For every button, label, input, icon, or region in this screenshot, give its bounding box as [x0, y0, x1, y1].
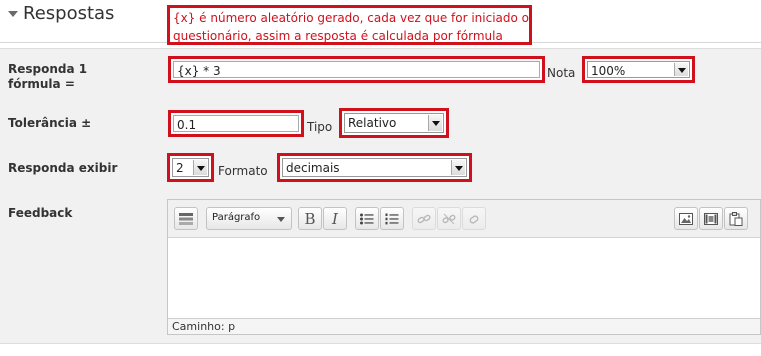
chevron-down-icon[interactable]	[193, 160, 207, 175]
paragraph-format-value: Parágrafo	[212, 212, 261, 223]
answer-display-value: 2	[176, 161, 184, 175]
paragraph-format-select[interactable]: Parágrafo	[206, 207, 292, 230]
unlink-icon[interactable]	[437, 207, 461, 230]
italic-icon[interactable]: I	[323, 207, 347, 230]
image-icon[interactable]	[674, 207, 698, 230]
toolbar-toggle-icon[interactable]	[174, 207, 198, 230]
format-select-value: decimais	[286, 161, 340, 175]
chevron-down-icon[interactable]	[428, 115, 442, 131]
grade-highlight: 100%	[582, 56, 695, 83]
tolerance-type-highlight: Relativo	[339, 108, 449, 138]
feedback-label: Feedback	[8, 206, 73, 220]
answer-formula-label-line1: Responda 1	[8, 62, 88, 76]
grade-select[interactable]: 100%	[587, 61, 690, 78]
editor-path-bar: Caminho: p	[168, 318, 760, 334]
format-select[interactable]: decimais	[282, 158, 467, 177]
grade-select-value: 100%	[591, 64, 626, 78]
tolerance-type-select[interactable]: Relativo	[344, 113, 444, 133]
anchor-icon[interactable]	[462, 207, 486, 230]
ordered-list-icon[interactable]	[380, 207, 404, 230]
chevron-down-icon[interactable]	[674, 63, 688, 76]
italic-glyph: I	[332, 209, 338, 228]
tolerance-type-label: Tipo	[307, 120, 333, 134]
link-icon[interactable]	[412, 207, 436, 230]
paste-icon[interactable]	[724, 207, 748, 230]
answer-formula-input[interactable]: {x} * 3	[173, 61, 540, 78]
media-icon[interactable]	[699, 207, 723, 230]
format-label: Formato	[218, 164, 268, 178]
answer-formula-highlight: {x} * 3	[168, 56, 545, 83]
chevron-down-icon	[277, 217, 285, 222]
annotation-line-1: {x} é número aleatório gerado, cada vez …	[173, 11, 530, 25]
feedback-text-area[interactable]	[168, 238, 760, 320]
answer-display-select[interactable]: 2	[172, 158, 209, 177]
annotation-line-2: questionário, assim a resposta é calcula…	[173, 29, 503, 43]
unordered-list-icon[interactable]	[355, 207, 379, 230]
bold-glyph: B	[304, 209, 316, 228]
section-title[interactable]: Respostas	[23, 3, 114, 24]
grade-label: Nota	[547, 66, 576, 80]
bold-icon[interactable]: B	[298, 207, 322, 230]
tolerance-type-value: Relativo	[348, 116, 397, 130]
answer-display-label: Responda exibir	[8, 161, 118, 175]
annotation-note: {x} é número aleatório gerado, cada vez …	[167, 5, 532, 45]
chevron-down-icon[interactable]	[451, 160, 465, 175]
answer-display-highlight: 2	[167, 153, 214, 182]
answer-formula-label-line2: fórmula =	[8, 77, 75, 91]
tolerance-label: Tolerância ±	[8, 116, 92, 130]
editor-toolbar: Parágrafo B I	[168, 200, 760, 238]
feedback-editor: Parágrafo B I Caminho: p	[167, 199, 761, 335]
answer-formula-label: Responda 1 fórmula =	[8, 62, 87, 92]
tolerance-highlight: 0.1	[168, 110, 304, 137]
format-highlight: decimais	[277, 153, 472, 182]
tolerance-input[interactable]: 0.1	[173, 115, 299, 132]
collapse-toggle-icon[interactable]	[8, 11, 18, 17]
